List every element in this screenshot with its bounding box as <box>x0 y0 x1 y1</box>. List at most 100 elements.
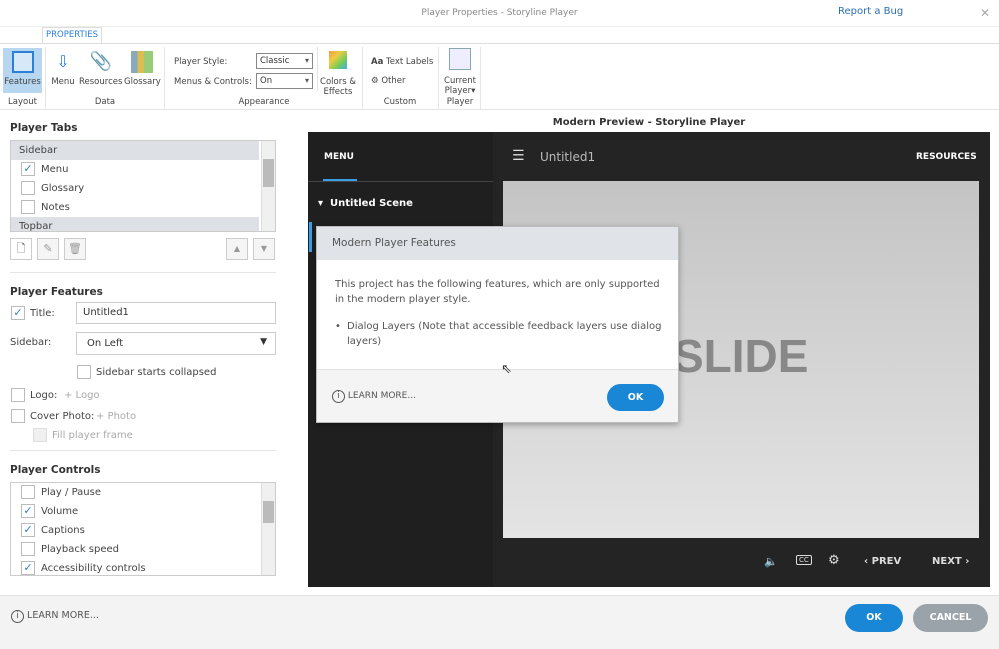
scrollbar[interactable] <box>261 483 275 575</box>
captions-icon[interactable]: CC <box>796 555 812 565</box>
volume-checkbox[interactable]: ✓ <box>21 504 35 518</box>
menu-tab[interactable]: MENU <box>324 152 354 162</box>
caret-down-icon: ▾ <box>318 198 324 209</box>
glossary-label: Glossary <box>124 77 161 87</box>
title-checkbox[interactable]: ✓ <box>11 306 25 320</box>
gear-icon[interactable]: ⚙ <box>828 553 840 568</box>
item-label: Play / Pause <box>41 487 101 498</box>
dialog-ok-button[interactable]: OK <box>607 384 664 411</box>
scene-label: Untitled Scene <box>330 198 413 209</box>
volume-icon[interactable]: 🔈 <box>764 555 778 568</box>
list-item[interactable]: Glossary <box>11 179 259 198</box>
learn-more-label: LEARN MORE... <box>347 391 416 401</box>
sidebar-collapsed-checkbox[interactable] <box>77 365 91 379</box>
resources-label: Resources <box>79 77 123 87</box>
prev-button[interactable]: ‹ PREV <box>864 556 901 567</box>
glossary-button[interactable]: Glossary <box>124 51 161 87</box>
glossary-checkbox[interactable] <box>21 181 35 195</box>
list-item[interactable]: ✓ Volume <box>11 502 259 521</box>
captions-checkbox[interactable]: ✓ <box>21 523 35 537</box>
close-icon[interactable]: ✕ <box>980 6 990 20</box>
menus-controls-select[interactable]: On <box>256 73 313 89</box>
move-down-icon[interactable]: ▼ <box>253 238 275 260</box>
bullet-text: Dialog Layers (Note that accessible feed… <box>347 321 662 347</box>
logo-checkbox[interactable] <box>11 388 25 402</box>
dialog-title: Modern Player Features <box>317 227 678 260</box>
list-item[interactable]: Playback speed <box>11 540 259 559</box>
effects-label: Effects <box>323 87 353 97</box>
dialog-learn-more-link[interactable]: i LEARN MORE... <box>332 390 416 403</box>
other-button[interactable]: ⚙ Other <box>371 76 405 86</box>
info-icon: i <box>11 610 24 623</box>
features-label: Features <box>4 77 41 87</box>
menu-arrow-icon: ⇩ <box>56 52 70 71</box>
scene-item[interactable]: ▾ Untitled Scene <box>318 198 413 209</box>
colors-effects-button[interactable]: Colors & Effects <box>319 51 357 97</box>
colors-label: Colors & <box>320 77 356 87</box>
tab-properties[interactable]: PROPERTIES <box>42 27 102 43</box>
hamburger-icon[interactable]: ☰ <box>512 148 525 164</box>
group-topbar: Topbar <box>11 217 259 231</box>
text-labels-button[interactable]: Aa Text Labels <box>371 57 433 67</box>
dialog-bullet: • Dialog Layers (Note that accessible fee… <box>335 319 665 349</box>
chevron-left-icon: ‹ <box>864 556 869 567</box>
list-item[interactable]: ✓ Accessibility controls <box>11 559 259 575</box>
menu-button[interactable]: ⇩ Menu <box>49 51 77 87</box>
title-label: Title: <box>30 308 55 319</box>
course-title: Untitled1 <box>540 150 596 164</box>
menu-checkbox[interactable]: ✓ <box>21 162 35 176</box>
list-item[interactable]: ✓ Captions <box>11 521 259 540</box>
play-pause-checkbox[interactable] <box>21 485 35 499</box>
learn-more-label: LEARN MORE... <box>27 610 99 621</box>
add-logo-link[interactable]: + Logo <box>64 390 100 401</box>
next-label: NEXT <box>932 556 962 567</box>
player-style-select[interactable]: Classic <box>256 53 313 69</box>
title-input[interactable]: Untitled1 <box>76 302 276 324</box>
chevron-right-icon: › <box>965 556 970 567</box>
text-labels-icon: Aa <box>371 57 384 67</box>
group-label-data: Data <box>94 97 116 107</box>
player-controls-heading: Player Controls <box>10 464 101 476</box>
trash-icon[interactable]: 🗑 <box>64 238 86 260</box>
color-palette-icon <box>329 51 347 69</box>
group-label-layout: Layout <box>8 97 37 107</box>
cancel-button[interactable]: CANCEL <box>913 604 988 632</box>
next-button[interactable]: NEXT › <box>932 556 969 567</box>
list-item[interactable]: ✓ Menu <box>11 160 259 179</box>
current-player-button[interactable]: Current Player▾ <box>442 48 478 96</box>
report-bug-link[interactable]: Report a Bug <box>833 5 909 18</box>
player-style-label: Player Style: <box>174 57 228 67</box>
move-up-icon[interactable]: ▲ <box>226 238 248 260</box>
fill-frame-label: Fill player frame <box>52 430 133 441</box>
learn-more-link[interactable]: i LEARN MORE... <box>11 610 99 623</box>
current-label: Current <box>444 76 476 86</box>
chevron-down-icon: ▼ <box>260 337 267 347</box>
player-controls-list: Play / Pause ✓ Volume ✓ Captions Playback … <box>10 482 276 576</box>
sidebar-select[interactable]: On Left ▼ <box>76 332 276 355</box>
accessibility-checkbox[interactable]: ✓ <box>21 561 35 575</box>
resources-button[interactable]: 📎 Resources <box>79 51 122 87</box>
cover-photo-checkbox[interactable] <box>11 409 25 423</box>
list-item[interactable]: Notes <box>11 198 259 217</box>
menus-controls-label: Menus & Controls: <box>174 77 252 87</box>
fill-frame-checkbox[interactable] <box>33 428 47 442</box>
gear-icon: ⚙ <box>371 76 379 86</box>
ok-button[interactable]: OK <box>845 604 903 632</box>
sidebar-label: Sidebar: <box>10 337 52 348</box>
mouse-cursor-icon: ⇖ <box>501 362 512 377</box>
scrollbar[interactable] <box>261 141 275 231</box>
add-photo-link[interactable]: + Photo <box>96 411 136 422</box>
notes-checkbox[interactable] <box>21 200 35 214</box>
modern-player-features-dialog: Modern Player Features This project has … <box>316 226 679 423</box>
list-item[interactable]: Play / Pause <box>11 483 259 502</box>
new-page-icon[interactable]: 🗋 <box>10 238 32 260</box>
item-label: Playback speed <box>41 544 120 555</box>
group-label-player: Player <box>446 97 474 107</box>
resources-tab[interactable]: RESOURCES <box>916 152 977 162</box>
edit-icon[interactable]: ✎ <box>37 238 59 260</box>
group-label-appearance: Appearance <box>238 97 290 107</box>
features-button[interactable]: Features <box>3 48 42 93</box>
other-label: Other <box>381 76 406 86</box>
title-bar: Player Properties - Storyline Player Rep… <box>0 0 999 27</box>
playback-speed-checkbox[interactable] <box>21 542 35 556</box>
